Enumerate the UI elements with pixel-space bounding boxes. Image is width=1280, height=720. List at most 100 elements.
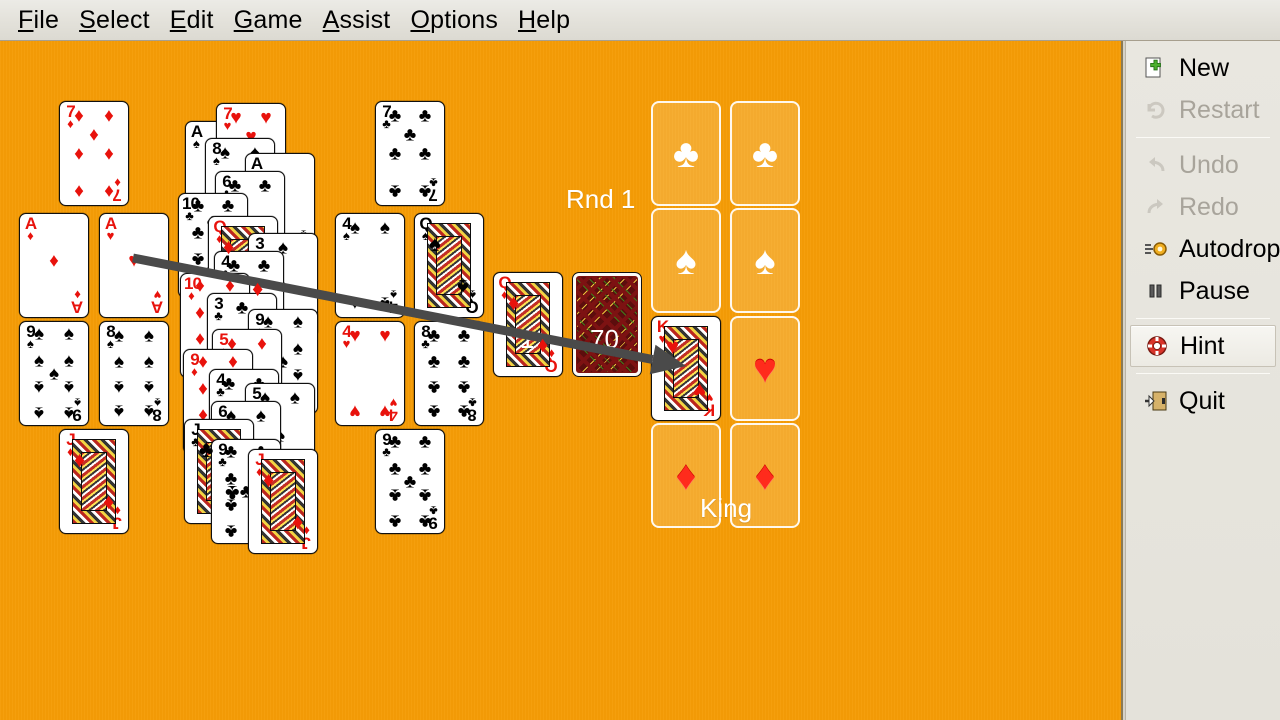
- sidebar-button-new[interactable]: New: [1130, 47, 1276, 89]
- card-pip: ♣: [457, 325, 471, 347]
- foundation-slot-hearts[interactable]: ♥: [730, 316, 800, 421]
- court-pip: ♣: [199, 437, 214, 462]
- menu-mnemonic: S: [79, 6, 96, 34]
- menu-select[interactable]: Select: [69, 3, 160, 37]
- court-pip: ♥: [666, 334, 680, 359]
- card-pip: ♠: [33, 323, 45, 345]
- menu-assist[interactable]: Assist: [313, 3, 401, 37]
- card-pip: ♦: [198, 378, 208, 400]
- card-pip: ♠: [63, 402, 74, 424]
- card-pips: ♠ ♠ ♠ ♠: [348, 216, 392, 315]
- court-pip: ♦: [508, 290, 520, 315]
- foundation-card-K-hearts[interactable]: K ♥ K ♥ ♥ ♥: [651, 316, 721, 421]
- undo-arrow-icon: [1144, 154, 1170, 176]
- court-pip: ♠: [457, 275, 469, 300]
- tableau-card[interactable]: J ♦ J ♦ ♦ ♦: [59, 429, 129, 534]
- sidebar-button-hint[interactable]: Hint: [1130, 325, 1276, 367]
- sidebar-button-label: Undo: [1179, 150, 1239, 179]
- menu-label: ame: [253, 6, 303, 34]
- menu-label: elp: [536, 6, 571, 34]
- card-pip: ♦: [89, 124, 99, 146]
- foundation-slot-spades[interactable]: ♠: [651, 208, 721, 313]
- card-pip: ♠: [113, 325, 125, 347]
- card-pip: ♦: [195, 302, 205, 324]
- card-pip: ♠: [113, 400, 125, 422]
- sidebar-button-undo: Undo: [1130, 144, 1276, 186]
- card-pip: ♣: [388, 180, 402, 202]
- card-pip: ♣: [418, 431, 432, 453]
- sidebar-button-label: Restart: [1179, 95, 1260, 124]
- card-pip: ♥: [379, 325, 391, 347]
- card-pip: ♠: [292, 338, 303, 360]
- sidebar-button-label: Hint: [1180, 331, 1225, 360]
- diamonds-suit-icon: ♦: [675, 453, 697, 498]
- tableau-card[interactable]: A ♥ A ♥ ♥: [99, 213, 169, 318]
- card-pip: ♣: [403, 124, 417, 146]
- tableau-card[interactable]: 8 ♣ 8 ♣ ♣ ♣ ♣ ♣ ♣ ♣ ♣ ♣: [414, 321, 484, 426]
- tableau-card[interactable]: Q ♠ Q ♠ ♠ ♠: [414, 213, 484, 318]
- sidebar-button-pause[interactable]: Pause: [1130, 270, 1276, 312]
- card-pip: ♦: [49, 250, 59, 272]
- card-pip: ♠: [379, 217, 390, 239]
- card-pip: ♣: [388, 484, 402, 506]
- waste-count-label: 1: [520, 324, 535, 354]
- card-pip: ♠: [219, 142, 231, 164]
- menu-game[interactable]: Game: [224, 3, 313, 37]
- card-pip: ♣: [191, 222, 205, 244]
- toolbar-sidebar: New Restart Undo Redo Autodrop Pause Hint Quit: [1125, 41, 1280, 720]
- card-pip: ♣: [388, 105, 402, 127]
- foundation-slot-clubs[interactable]: ♣: [651, 101, 721, 206]
- court-pip: ♦: [74, 447, 86, 472]
- foundation-slot-clubs[interactable]: ♣: [730, 101, 800, 206]
- tableau-card[interactable]: 7 ♦ 7 ♦ ♦ ♦ ♦ ♦ ♦ ♦ ♦: [59, 101, 129, 206]
- restart-icon: [1144, 99, 1170, 121]
- card-pip: ♠: [143, 351, 154, 373]
- diamonds-suit-icon: ♦: [754, 453, 776, 498]
- card-pip: ♠: [143, 400, 154, 422]
- court-pip: ♦: [223, 234, 235, 259]
- card-pip: ♠: [292, 364, 303, 386]
- tableau-card[interactable]: J ♦ J ♦ ♦ ♦: [248, 449, 318, 554]
- tableau-card[interactable]: 7 ♣ 7 ♣ ♣ ♣ ♣ ♣ ♣ ♣ ♣: [375, 101, 445, 206]
- court-pip: ♥: [692, 378, 706, 403]
- tableau-card[interactable]: 8♠8♠♠♠♠♠♠♠♠♠: [99, 321, 169, 426]
- menu-help[interactable]: Help: [508, 3, 580, 37]
- menu-mnemonic: A: [322, 6, 340, 34]
- card-pips: ♠♠♠♠♠♠♠♠: [112, 324, 156, 423]
- card-pip: ♠: [63, 350, 74, 372]
- round-label: Rnd 1: [566, 184, 636, 214]
- foundation-slot-spades[interactable]: ♠: [730, 208, 800, 313]
- card-pip: ♠: [33, 350, 45, 372]
- card-pip: ♣: [418, 458, 432, 480]
- sidebar-button-label: New: [1179, 53, 1230, 82]
- card-pip: ♣: [418, 143, 432, 164]
- card-pip: ♠: [33, 376, 45, 398]
- tableau-card[interactable]: 4 ♠ 4 ♠ ♠ ♠ ♠ ♠: [335, 213, 405, 318]
- card-pip: ♣: [388, 431, 402, 453]
- card-pip: ♣: [427, 376, 441, 398]
- card-pip: ♠: [255, 405, 266, 427]
- card-pip: ♥: [260, 107, 272, 129]
- menu-file[interactable]: File: [8, 3, 69, 37]
- card-pip: ♣: [457, 400, 471, 422]
- card-pip: ♠: [379, 292, 390, 314]
- sidebar-separator: [1136, 318, 1270, 319]
- court-pip: ♦: [263, 467, 275, 492]
- tableau-card[interactable]: 4 ♥ 4 ♥ ♥ ♥ ♥ ♥: [335, 321, 405, 426]
- menu-options[interactable]: Options: [400, 3, 508, 37]
- court-pip: ♦: [291, 511, 303, 536]
- menu-bar: File Select Edit Game Assist Options Help: [0, 0, 1280, 41]
- card-pip: ♣: [403, 471, 417, 492]
- tableau-card[interactable]: A ♦ A ♦ ♦: [19, 213, 89, 318]
- redo-arrow-icon: [1144, 196, 1170, 218]
- tableau-card[interactable]: 9♠9♠♠♠♠♠♠♠♠♠♠: [19, 321, 89, 426]
- menu-edit[interactable]: Edit: [160, 3, 224, 37]
- sidebar-button-quit[interactable]: Quit: [1130, 380, 1276, 422]
- sidebar-button-autodrop[interactable]: Autodrop: [1130, 228, 1280, 270]
- card-pip: ♣: [235, 297, 249, 319]
- game-table[interactable]: ♣♣♠♠♥K♥K♥♥♥♥♦♦7♦7♦♦♦♦♦♦♦♦A♦A♦♦A♥A♥♥9♠9♠♠…: [0, 41, 1123, 720]
- solitaire-window: File Select Edit Game Assist Options Help ♣ ♣ ♠ ♠…: [0, 0, 1280, 720]
- card-pip: ♠: [143, 376, 154, 398]
- card-pips: ♣ ♣ ♣ ♣ ♣ ♣ ♣: [388, 104, 432, 203]
- tableau-card[interactable]: 9♣9♣♣♣♣♣♣♣♣♣♣: [375, 429, 445, 534]
